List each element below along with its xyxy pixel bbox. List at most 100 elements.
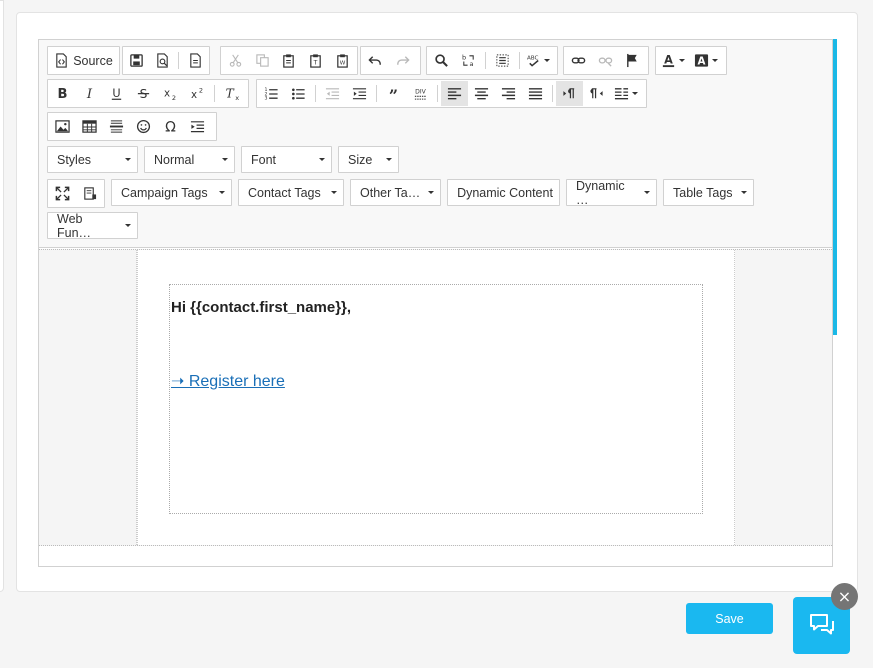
numbered-list-icon: 123 <box>264 87 278 101</box>
campaign-tags-label: Campaign Tags <box>121 185 208 200</box>
paste-text-button[interactable]: T <box>302 48 329 73</box>
chevron-down-icon <box>125 158 131 161</box>
dynamic-dropdown[interactable]: Dynamic … <box>566 179 657 207</box>
subscript-icon: x2 <box>164 87 176 101</box>
page-break-icon <box>190 121 205 133</box>
font-label: Font <box>251 152 277 167</box>
font-dropdown[interactable]: Font <box>241 146 332 173</box>
floppy-icon <box>130 54 144 67</box>
styles-dropdown[interactable]: Styles <box>47 146 138 173</box>
italic-button[interactable]: I <box>76 81 103 106</box>
replace-button[interactable]: ba <box>455 48 482 73</box>
table-tags-dropdown[interactable]: Table Tags <box>663 179 754 206</box>
bulleted-list-icon <box>292 88 305 100</box>
insert-image-button[interactable] <box>49 114 76 139</box>
size-dropdown[interactable]: Size <box>338 146 399 173</box>
paragraph-format-menu-button[interactable] <box>610 81 641 106</box>
undo-button[interactable] <box>362 48 389 73</box>
email-body[interactable]: Hi {{contact.first_name}}, ➝ Register he… <box>137 250 735 545</box>
decrease-indent-button[interactable] <box>319 81 346 106</box>
chevron-down-icon <box>319 158 325 161</box>
omega-icon: Ω <box>165 120 176 134</box>
strikethrough-button[interactable]: S <box>130 81 157 106</box>
spellcheck-button[interactable]: ABC <box>523 48 553 73</box>
chevron-down-icon <box>741 191 747 194</box>
save-doc-button[interactable] <box>124 48 150 73</box>
table-tags-label: Table Tags <box>673 185 733 200</box>
web-functions-dropdown[interactable]: Web Fun… <box>47 211 138 240</box>
numbered-list-button[interactable]: 123 <box>258 81 285 106</box>
editor-content-area[interactable]: Hi {{contact.first_name}}, ➝ Register he… <box>39 249 832 546</box>
paste-word-button[interactable]: W <box>329 48 356 73</box>
paste-button[interactable] <box>276 48 303 73</box>
align-right-button[interactable] <box>495 81 522 106</box>
copy-button[interactable] <box>249 48 276 73</box>
increase-indent-button[interactable] <box>346 81 373 106</box>
underline-button[interactable]: U <box>103 81 130 106</box>
blockquote-button[interactable]: ” <box>380 81 407 106</box>
remove-format-icon: Tx <box>226 86 239 101</box>
chevron-down-icon <box>331 191 337 194</box>
svg-text:Ω: Ω <box>165 120 176 134</box>
toolbar-separator <box>552 85 553 102</box>
svg-text:x: x <box>164 87 170 99</box>
unlink-button[interactable] <box>592 48 619 73</box>
contact-tags-dropdown[interactable]: Contact Tags <box>238 179 344 206</box>
preview-button[interactable] <box>150 48 176 73</box>
text-color-button[interactable]: A <box>657 48 689 73</box>
left-margin <box>39 250 137 545</box>
email-content-block[interactable]: Hi {{contact.first_name}}, ➝ Register he… <box>169 284 703 514</box>
subscript-button[interactable]: x2 <box>157 81 184 106</box>
text-color-icon: A <box>662 53 675 68</box>
insert-table-button[interactable] <box>76 114 103 139</box>
show-blocks-button[interactable] <box>76 181 103 206</box>
align-center-button[interactable] <box>468 81 495 106</box>
anchor-button[interactable] <box>619 48 646 73</box>
editor-toolbar: Source T W ba ABC A A B I U x 2 x 2 T x … <box>39 40 832 248</box>
remove-format-button[interactable]: Tx <box>218 81 245 106</box>
find-button[interactable] <box>428 48 455 73</box>
svg-text:I: I <box>86 87 93 101</box>
svg-text:A: A <box>698 55 706 67</box>
replace-icon: ba <box>462 54 474 68</box>
format-dropdown[interactable]: Normal <box>144 146 235 173</box>
dynamic-content-button[interactable]: Dynamic Content <box>447 179 560 206</box>
svg-text:a: a <box>469 60 473 68</box>
align-left-button[interactable] <box>441 81 468 106</box>
svg-text:T: T <box>226 86 235 100</box>
redo-button[interactable] <box>389 48 416 73</box>
flag-icon <box>627 53 637 68</box>
div-container-button[interactable]: DIV <box>407 81 434 106</box>
cut-button[interactable] <box>222 48 249 73</box>
horizontal-line-button[interactable] <box>103 114 130 139</box>
scrollbar[interactable] <box>833 39 837 335</box>
insert-smiley-button[interactable] <box>130 114 157 139</box>
campaign-tags-dropdown[interactable]: Campaign Tags <box>111 179 232 206</box>
justify-button[interactable] <box>522 81 549 106</box>
toolbar-separator <box>315 85 316 102</box>
background-color-button[interactable]: A <box>689 48 723 73</box>
select-all-button[interactable] <box>489 48 516 73</box>
web-functions-label: Web Fun… <box>57 211 92 240</box>
maximize-button[interactable] <box>49 181 76 206</box>
special-char-button[interactable]: Ω <box>157 114 184 139</box>
register-link[interactable]: ➝ Register here <box>171 371 285 391</box>
show-blocks-icon <box>84 187 97 200</box>
clipboard-group: T W <box>220 46 358 75</box>
source-label: Source <box>73 53 113 68</box>
history-group <box>360 46 421 75</box>
page-break-button[interactable] <box>184 114 211 139</box>
link-button[interactable] <box>565 48 592 73</box>
other-tags-dropdown[interactable]: Other Ta… <box>350 179 441 206</box>
rtl-button[interactable] <box>583 81 610 106</box>
chat-close-button[interactable]: × <box>831 583 858 610</box>
save-button[interactable]: Save <box>686 603 773 634</box>
bold-button[interactable]: B <box>49 81 76 106</box>
chevron-down-icon <box>219 191 225 194</box>
templates-button[interactable] <box>182 48 208 73</box>
bulleted-list-button[interactable] <box>285 81 312 106</box>
ltr-button[interactable] <box>556 81 583 106</box>
superscript-button[interactable]: x2 <box>184 81 211 106</box>
contact-tags-label: Contact Tags <box>248 185 321 200</box>
source-button[interactable]: Source <box>49 48 118 73</box>
